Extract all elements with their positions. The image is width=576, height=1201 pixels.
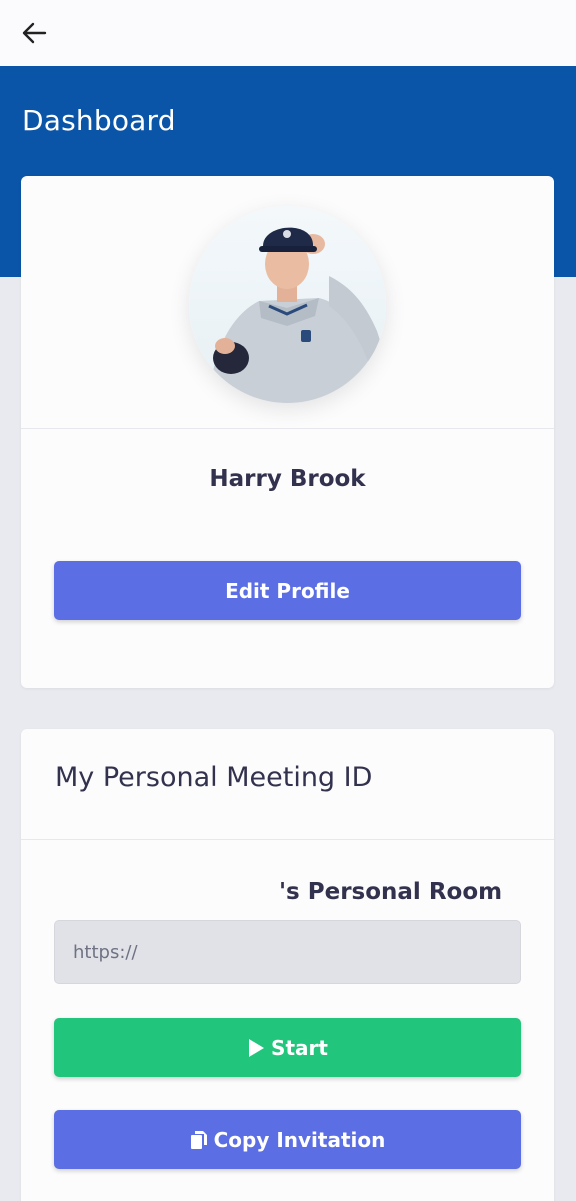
profile-name: Harry Brook bbox=[209, 466, 366, 492]
top-bar bbox=[0, 0, 576, 66]
meeting-divider bbox=[21, 839, 554, 840]
edit-profile-button[interactable]: Edit Profile bbox=[54, 561, 521, 620]
start-label: Start bbox=[271, 1035, 328, 1060]
copy-invitation-label: Copy Invitation bbox=[213, 1127, 386, 1152]
copy-icon bbox=[190, 1130, 208, 1150]
start-button[interactable]: Start bbox=[54, 1018, 521, 1077]
meeting-url-field[interactable] bbox=[54, 920, 521, 984]
profile-divider bbox=[21, 428, 554, 429]
personal-room-title: 's Personal Room bbox=[279, 879, 503, 905]
avatar bbox=[189, 206, 386, 403]
copy-invitation-button[interactable]: Copy Invitation bbox=[54, 1110, 521, 1169]
profile-card: Harry Brook Edit Profile bbox=[21, 176, 554, 688]
meeting-card: My Personal Meeting ID 's Personal Room … bbox=[21, 729, 554, 1201]
arrow-left-icon bbox=[22, 22, 47, 44]
meeting-heading: My Personal Meeting ID bbox=[55, 762, 373, 793]
play-icon bbox=[247, 1038, 265, 1058]
edit-profile-label: Edit Profile bbox=[225, 578, 350, 603]
profile-photo bbox=[189, 206, 386, 403]
page-title: Dashboard bbox=[22, 104, 176, 137]
back-button[interactable] bbox=[18, 18, 50, 48]
